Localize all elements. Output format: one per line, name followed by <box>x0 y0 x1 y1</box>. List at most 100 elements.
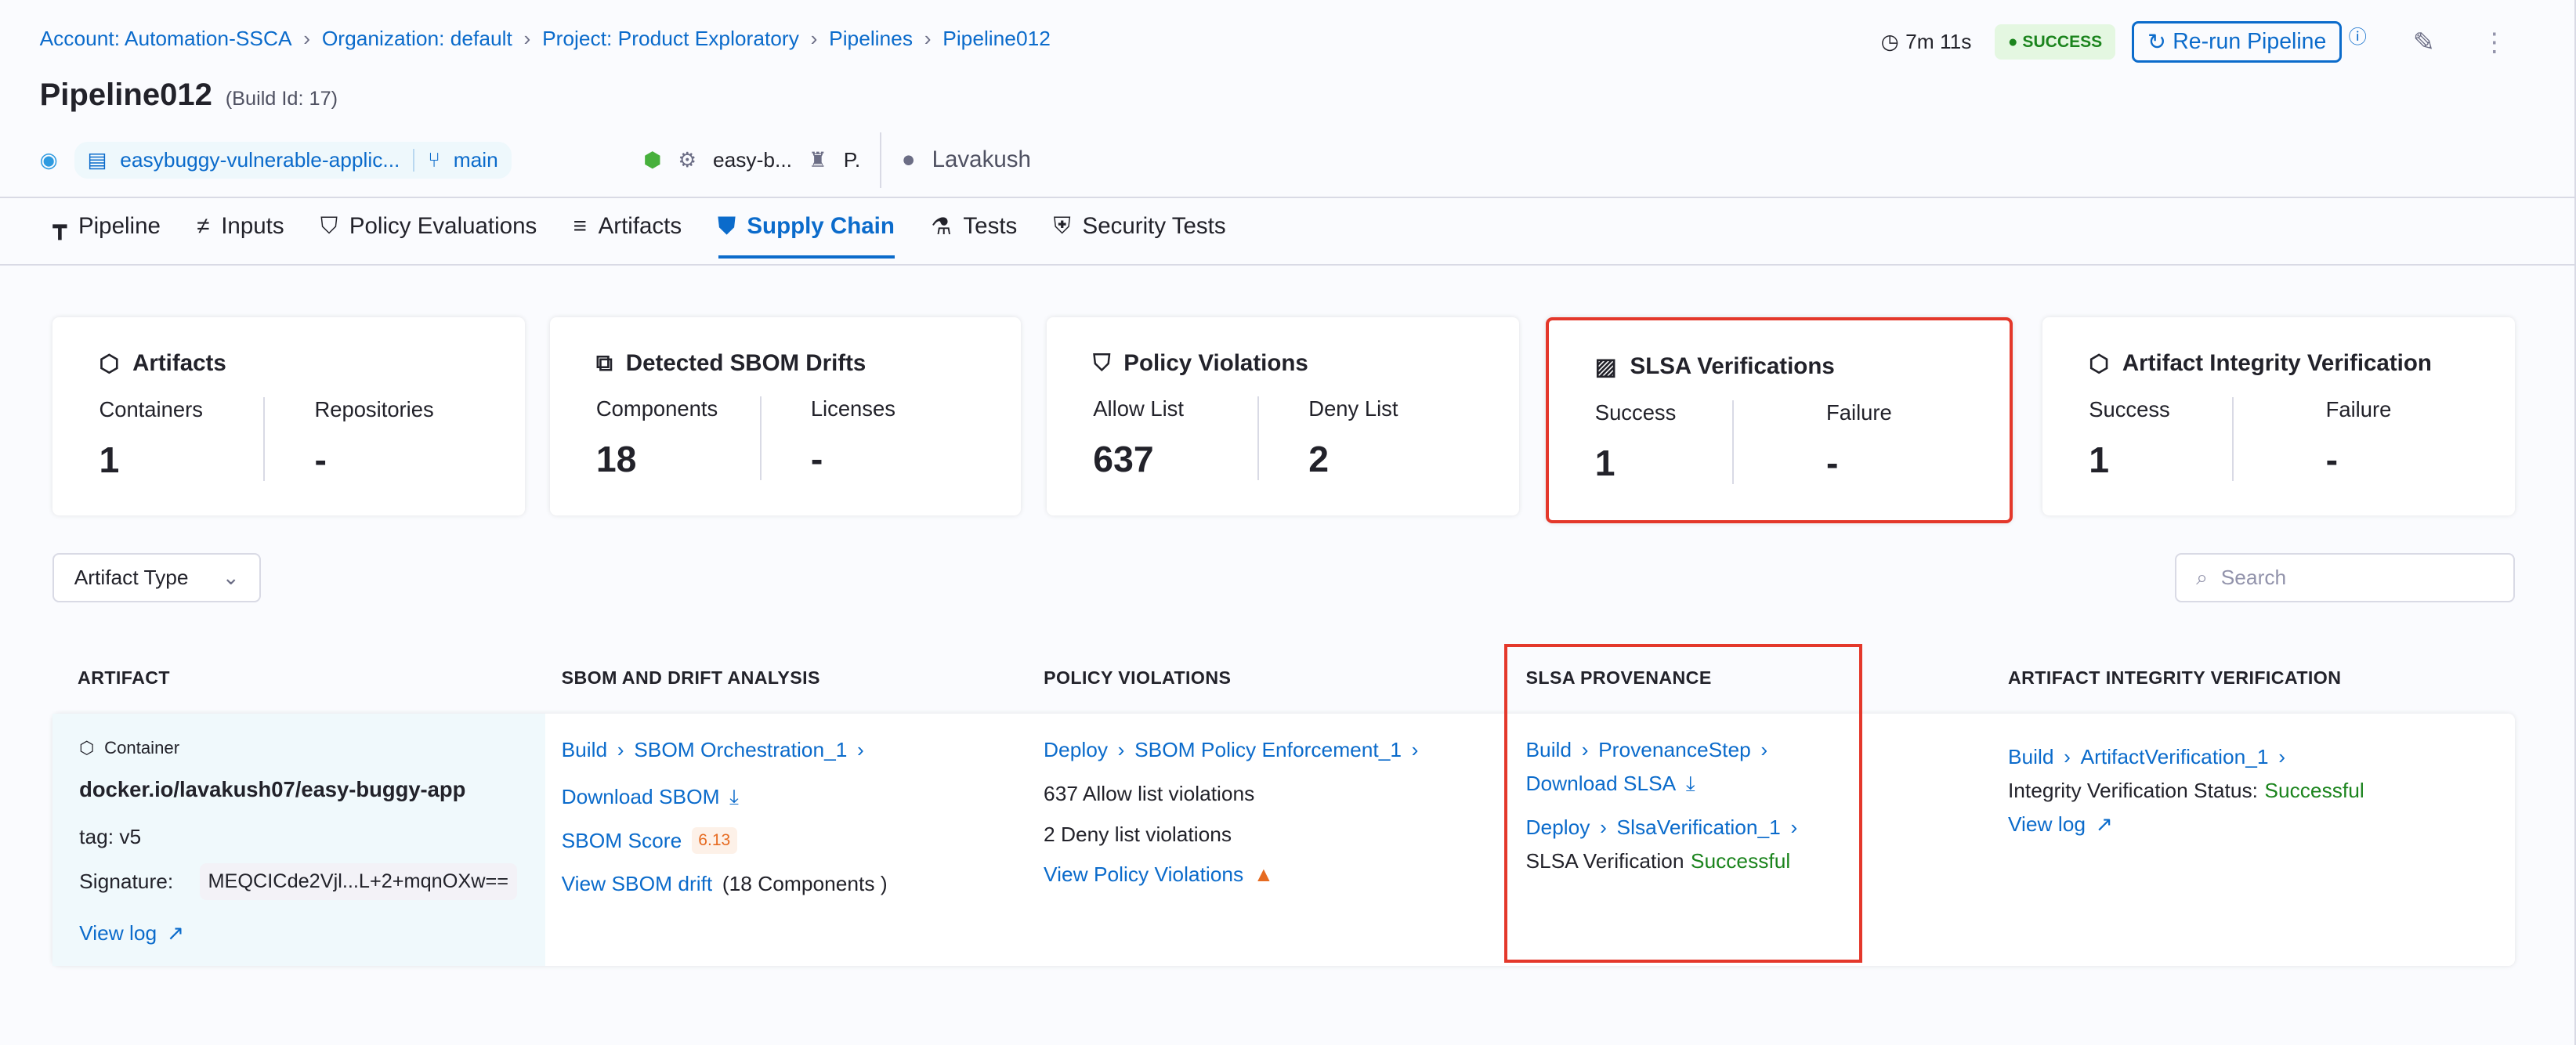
column-header-artifact: ARTIFACT <box>78 667 170 688</box>
infrastructure-icon: ♜ <box>809 147 827 172</box>
info-icon[interactable]: ⓘ <box>2349 22 2367 49</box>
view-log-link[interactable]: View log ↗ <box>2008 812 2503 837</box>
stage-link[interactable]: Build <box>2008 746 2054 767</box>
shield-check-icon: ⛉ <box>320 213 338 240</box>
image-icon: ▨ <box>1594 353 1617 380</box>
repo-pill[interactable]: ▤ easybuggy-vulnerable-applic... ⑂ main <box>74 141 512 179</box>
card-policy-violations: ⛉ Policy Violations Allow List 637 Deny List… <box>1047 316 1520 515</box>
service-icon: ⚙ <box>678 147 696 172</box>
build-id: (Build Id: 17) <box>225 88 338 110</box>
score-badge: 6.13 <box>691 826 737 854</box>
user-name: Lavakush <box>932 146 1031 173</box>
edit-icon[interactable]: ✎ <box>2413 27 2435 58</box>
artifacts-icon: ≡ <box>573 213 587 240</box>
header-actions: ◷ 7m 11s ● SUCCESS ↻ Re-run Pipeline ⓘ ✎ ⋮ <box>1881 21 2508 63</box>
integrity-status: Successful <box>2264 778 2364 802</box>
search-input[interactable]: ⌕ Search <box>2174 553 2515 603</box>
chevron-right-icon: › <box>523 26 531 50</box>
breadcrumb-pipelines[interactable]: Pipelines <box>829 27 913 51</box>
artifact-type-dropdown[interactable]: Artifact Type ⌄ <box>52 553 261 603</box>
inputs-icon: ≠ <box>197 213 210 240</box>
column-header-policy: POLICY VIOLATIONS <box>1044 667 1232 688</box>
container-icon: ⬡ <box>79 738 95 758</box>
step-link[interactable]: SBOM Policy Enforcement_1 <box>1134 739 1402 761</box>
chevron-right-icon: › <box>303 26 311 50</box>
user-icon: ● <box>901 146 916 173</box>
table-row: ⬡ Container docker.io/lavakush07/easy-bug… <box>52 713 2516 966</box>
pipeline-icon: ┳ <box>52 213 67 240</box>
sbom-score[interactable]: SBOM Score 6.13 <box>562 826 1027 854</box>
refresh-icon: ↻ <box>2147 29 2166 55</box>
tab-pipeline[interactable]: ┳ Pipeline <box>52 213 160 259</box>
more-options-icon[interactable]: ⋮ <box>2481 27 2508 58</box>
chevron-right-icon: › <box>617 738 624 762</box>
branch-icon: ⑂ <box>428 147 440 172</box>
stage-link[interactable]: Deploy <box>1044 739 1108 761</box>
divider <box>0 196 2574 198</box>
external-link-icon: ↗ <box>166 921 184 946</box>
card-artifact-integrity: ⬡ Artifact Integrity Verification Success 1… <box>2042 316 2516 515</box>
status-badge: ● SUCCESS <box>1994 24 2116 60</box>
infra-name: P. <box>843 147 861 172</box>
signature-value[interactable]: MEQCICde2Vjl...L+2+mqnOXw== <box>199 863 517 900</box>
rerun-pipeline-button[interactable]: ↻ Re-run Pipeline <box>2132 21 2343 63</box>
tab-policy-evaluations[interactable]: ⛉ Policy Evaluations <box>320 213 537 259</box>
chevron-right-icon: › <box>2064 744 2071 768</box>
breadcrumb-org[interactable]: Organization: default <box>322 27 512 51</box>
column-header-sbom: SBOM AND DRIFT ANALYSIS <box>561 667 820 688</box>
trigger-icon: ◉ <box>39 147 58 172</box>
view-policy-violations-link[interactable]: View Policy Violations ▲ <box>1044 862 1509 887</box>
tab-tests[interactable]: ⚗ Tests <box>931 213 1017 259</box>
chevron-right-icon: › <box>857 738 864 762</box>
breadcrumb-pipeline[interactable]: Pipeline012 <box>942 27 1051 51</box>
tab-artifacts[interactable]: ≡ Artifacts <box>573 213 682 259</box>
sbom-cell: Build › SBOM Orchestration_1 › Download SBO… <box>562 714 1027 966</box>
chevron-right-icon: › <box>1411 738 1419 762</box>
divider <box>413 148 415 172</box>
integrity-cell: Build › ArtifactVerification_1 › Integrity … <box>2008 714 2503 966</box>
download-sbom-link[interactable]: Download SBOM ⤓ <box>562 786 1027 808</box>
warning-icon: ▲ <box>1253 862 1274 887</box>
chevron-down-icon: ⌄ <box>222 566 240 590</box>
stage-link[interactable]: Build <box>562 739 608 761</box>
clock-icon: ◷ <box>1880 30 1899 54</box>
step-link[interactable]: SBOM Orchestration_1 <box>634 739 847 761</box>
artifact-name: docker.io/lavakush07/easy-buggy-app <box>79 776 466 801</box>
allow-violations: 637 Allow list violations <box>1044 782 1255 806</box>
card-artifacts: ⬡ Artifacts Containers 1 Repositories - <box>52 316 526 515</box>
step-link[interactable]: ArtifactVerification_1 <box>2081 746 2269 767</box>
divider <box>880 132 882 189</box>
pipeline-execution-page: Account: Automation-SSCA › Organization: … <box>0 0 2576 1045</box>
tabs: ┳ Pipeline ≠ Inputs ⛉ Policy Evaluations ≡ A… <box>52 213 1226 259</box>
tab-supply-chain[interactable]: ⛊ Supply Chain <box>718 213 895 259</box>
execution-meta: ◉ ▤ easybuggy-vulnerable-applic... ⑂ main ⬢… <box>40 132 1031 189</box>
breadcrumb-account[interactable]: Account: Automation-SSCA <box>40 27 292 51</box>
tab-security-tests[interactable]: ⛨ Security Tests <box>1054 213 1226 259</box>
security-shield-icon: ⛨ <box>1053 213 1071 240</box>
artifact-tag: tag: v5 <box>79 824 142 848</box>
external-link-icon: ↗ <box>2095 812 2113 837</box>
box-icon: ⬡ <box>2089 350 2109 377</box>
shield-check-icon: ⛉ <box>1093 349 1111 376</box>
chevron-right-icon: › <box>2278 744 2285 768</box>
highlight-box <box>1504 644 1863 963</box>
supply-chain-icon: ⛊ <box>718 213 736 240</box>
policy-cell: Deploy › SBOM Policy Enforcement_1 › 637 Al… <box>1044 714 1509 966</box>
chevron-right-icon: › <box>924 26 932 50</box>
view-sbom-drift-link[interactable]: View SBOM drift <box>562 873 713 894</box>
box-icon: ⬡ <box>99 350 120 377</box>
service-name: easy-b... <box>712 147 792 172</box>
chevron-right-icon: › <box>810 26 818 50</box>
cd-icon: ⬢ <box>643 147 662 172</box>
breadcrumb-project[interactable]: Project: Product Exploratory <box>542 27 799 51</box>
card-sbom-drifts: ⧉ Detected SBOM Drifts Components 18 License… <box>549 316 1021 515</box>
duration: ◷ 7m 11s <box>1880 30 1972 54</box>
view-log-link[interactable]: View log ↗ <box>79 921 545 946</box>
tab-inputs[interactable]: ≠ Inputs <box>197 213 284 259</box>
page-title: Pipeline012 (Build Id: 17) <box>39 78 338 113</box>
search-icon: ⌕ <box>2196 565 2208 589</box>
card-slsa-verifications: ▨ SLSA Verifications Success 1 Failure - <box>1545 316 2013 524</box>
column-header-integrity: ARTIFACT INTEGRITY VERIFICATION <box>2007 667 2342 688</box>
repo-icon: ▤ <box>87 147 107 172</box>
breadcrumb: Account: Automation-SSCA › Organization: … <box>40 27 1051 51</box>
